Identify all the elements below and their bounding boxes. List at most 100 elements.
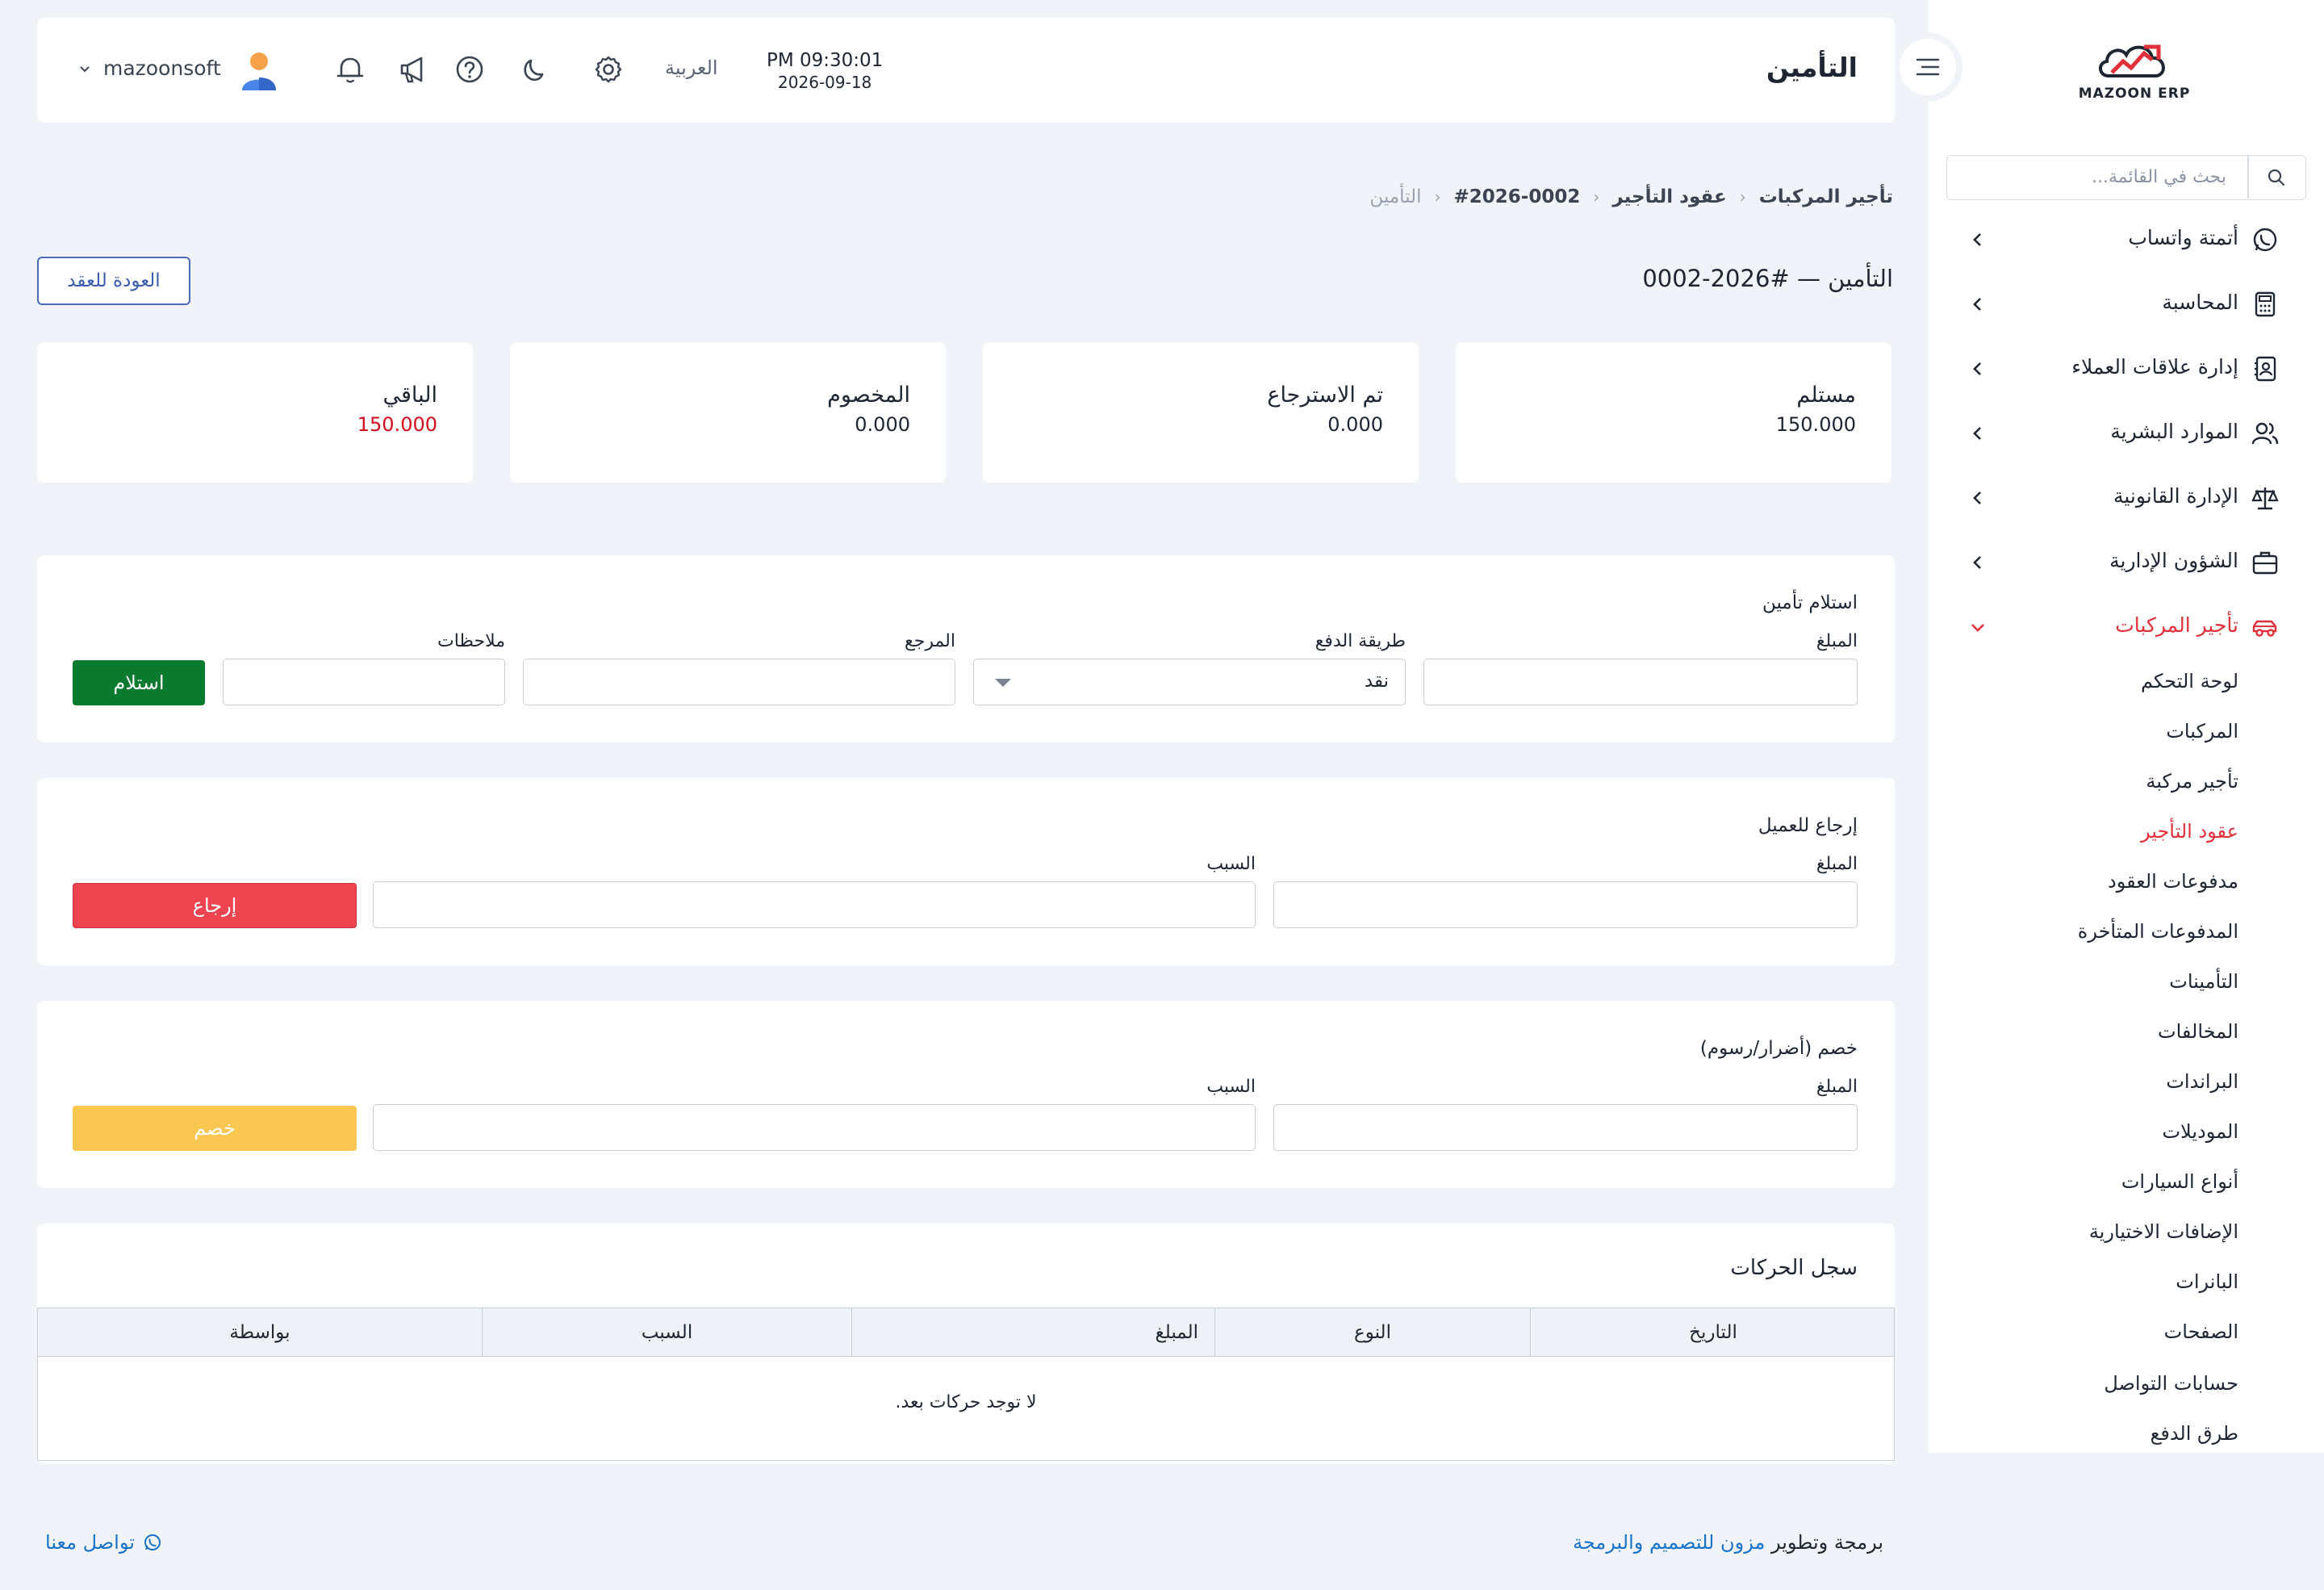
sidebar-item-admin[interactable]: الشؤون الإدارية — [1929, 538, 2324, 586]
notes-input[interactable] — [223, 659, 505, 705]
amount-input[interactable] — [1423, 659, 1858, 705]
field-label: ملاحظات — [437, 631, 505, 651]
sidebar-subitem-addons[interactable]: الإضافات الاختيارية — [2089, 1220, 2238, 1243]
car-icon — [2252, 620, 2277, 637]
moon-icon[interactable] — [518, 52, 554, 87]
sidebar-subitem-violations[interactable]: المخالفات — [2158, 1020, 2238, 1043]
chevron-left-icon — [1973, 362, 1981, 375]
sidebar-search-input[interactable] — [1947, 156, 2246, 199]
column-header[interactable]: السبب — [482, 1308, 851, 1357]
sidebar-subitem-models[interactable]: الموديلات — [2162, 1120, 2238, 1143]
chevron-left-icon: ‹ — [1593, 187, 1600, 207]
sidebar-subitem-social-accounts[interactable]: حسابات التواصل — [2104, 1372, 2238, 1395]
sidebar-item-label: الشؤون الإدارية — [2109, 549, 2238, 572]
sidebar-item-label: الموارد البشرية — [2110, 420, 2238, 443]
sidebar-subitem-rental-contracts[interactable]: عقود التأجير — [2141, 820, 2238, 843]
credit-brand-link[interactable]: مزون للتصميم والبرمجة — [1573, 1531, 1765, 1554]
sidebar-subitem-payment-methods[interactable]: طرق الدفع — [2151, 1422, 2238, 1445]
breadcrumb-current: التأمين — [1369, 186, 1422, 207]
gear-icon[interactable] — [591, 52, 626, 87]
chevron-left-icon — [1973, 556, 1981, 569]
divider — [2247, 156, 2249, 199]
sidebar-subitem-pages[interactable]: الصفحات — [2164, 1320, 2238, 1343]
sidebar-item-label: أتمتة واتساب — [2128, 226, 2238, 249]
refund-amount-input[interactable] — [1273, 881, 1858, 928]
sidebar-subitem-brands[interactable]: البراندات — [2166, 1070, 2238, 1093]
logo-icon — [2099, 44, 2165, 77]
whatsapp-icon — [2253, 228, 2277, 252]
field-label: المبلغ — [1816, 631, 1858, 651]
panel-title: استلام تأمين — [1762, 592, 1858, 613]
sidebar-subitem-banners[interactable]: البانرات — [2176, 1270, 2238, 1293]
stat-card-received: مستلم 150.000 — [1456, 342, 1891, 483]
deduct-reason-input[interactable] — [373, 1104, 1256, 1151]
stat-value: 150.000 — [1775, 413, 1856, 436]
refund-reason-input[interactable] — [373, 881, 1256, 928]
clock-time: PM 09:30:01 — [767, 50, 884, 71]
history-table: التاريخ النوع المبلغ السبب بواسطة لا توج… — [37, 1308, 1895, 1461]
refund-button[interactable]: إرجاع — [73, 883, 357, 928]
payment-method-select[interactable]: نقد — [973, 659, 1406, 705]
logo[interactable]: MAZOON ERP — [2074, 37, 2195, 110]
sidebar-subitem-car-types[interactable]: أنواع السيارات — [2121, 1170, 2238, 1193]
help-icon[interactable] — [452, 52, 487, 87]
stat-label: مستلم — [1796, 383, 1856, 408]
sidebar-subitem-contract-payments[interactable]: مدفوعات العقود — [2108, 870, 2238, 893]
field-label: المبلغ — [1816, 854, 1858, 874]
sidebar-item-vehicle-rental[interactable]: تأجير المركبات — [1929, 602, 2324, 651]
sidebar-subitem-late-payments[interactable]: المدفوعات المتأخرة — [2078, 920, 2238, 943]
sidebar-item-label: تأجير المركبات — [2115, 613, 2238, 637]
select-value: نقد — [1364, 671, 1389, 692]
chevron-left-icon — [1973, 233, 1981, 246]
search-icon[interactable] — [2266, 167, 2287, 188]
column-header[interactable]: التاريخ — [1530, 1308, 1896, 1357]
breadcrumb-link[interactable]: تأجير المركبات — [1759, 186, 1893, 207]
chevron-left-icon — [1973, 298, 1981, 311]
column-header[interactable]: بواسطة — [38, 1308, 482, 1357]
language-switch[interactable]: العربية — [665, 56, 718, 79]
deduct-panel: خصم (أضرار/رسوم) المبلغ السبب خصم — [37, 1001, 1895, 1188]
empty-state: لا توجد حركات بعد. — [895, 1392, 1037, 1412]
panel-title: سجل الحركات — [1730, 1256, 1858, 1280]
back-to-contract-button[interactable]: العودة للعقد — [37, 257, 190, 305]
sidebar-item-crm[interactable]: إدارة علاقات العملاء — [1929, 344, 2324, 392]
sidebar-subitem-vehicles[interactable]: المركبات — [2166, 720, 2238, 743]
chevron-left-icon — [1973, 492, 1981, 504]
field-label: المبلغ — [1816, 1077, 1858, 1097]
sidebar-subitem-deposits[interactable]: التأمينات — [2169, 970, 2238, 993]
user-name[interactable]: mazoonsoft — [103, 56, 221, 80]
sidebar-subitem-dashboard[interactable]: لوحة التحكم — [2141, 670, 2238, 692]
megaphone-icon[interactable] — [395, 52, 431, 87]
deduct-button[interactable]: خصم — [73, 1106, 357, 1151]
chevron-left-icon — [1973, 427, 1981, 440]
bell-icon[interactable] — [332, 52, 368, 87]
column-header[interactable]: المبلغ — [851, 1308, 1214, 1357]
menu-icon — [1916, 58, 1940, 76]
receive-deposit-panel: استلام تأمين المبلغ طريقة الدفع نقد المر… — [37, 555, 1895, 743]
deduct-amount-input[interactable] — [1273, 1104, 1858, 1151]
sidebar-item-hr[interactable]: الموارد البشرية — [1929, 408, 2324, 457]
breadcrumb-link[interactable]: #2026-0002 — [1454, 186, 1581, 207]
sidebar-toggle-button[interactable] — [1893, 32, 1962, 102]
stat-label: المخصوم — [827, 383, 910, 408]
breadcrumb-link[interactable]: عقود التأجير — [1612, 186, 1726, 207]
sidebar-item-whatsapp[interactable]: أتمتة واتساب — [1929, 215, 2324, 263]
sidebar-item-label: الإدارة القانونية — [2113, 484, 2238, 508]
contact-label: تواصل معنا — [45, 1531, 135, 1554]
chevron-left-icon: ‹ — [1739, 187, 1746, 207]
sidebar-item-legal[interactable]: الإدارة القانونية — [1929, 473, 2324, 521]
chevron-left-icon: ‹ — [1434, 187, 1441, 207]
sidebar: MAZOON ERP أتمتة واتساب المحاسبة — [1893, 0, 2324, 1453]
panel-title: إرجاع للعميل — [1758, 815, 1858, 836]
avatar[interactable] — [239, 50, 279, 92]
column-header[interactable]: النوع — [1214, 1308, 1530, 1357]
stat-value: 0.000 — [855, 413, 910, 436]
sidebar-subitem-rent-vehicle[interactable]: تأجير مركبة — [2146, 770, 2238, 793]
receive-button[interactable]: استلام — [73, 660, 205, 705]
contact-link[interactable]: تواصل معنا — [45, 1531, 162, 1554]
chevron-down-icon[interactable] — [77, 62, 92, 77]
sidebar-item-accounting[interactable]: المحاسبة — [1929, 279, 2324, 328]
stat-value: 150.000 — [357, 413, 437, 436]
sidebar-item-label: إدارة علاقات العملاء — [2071, 355, 2238, 379]
reference-input[interactable] — [523, 659, 955, 705]
